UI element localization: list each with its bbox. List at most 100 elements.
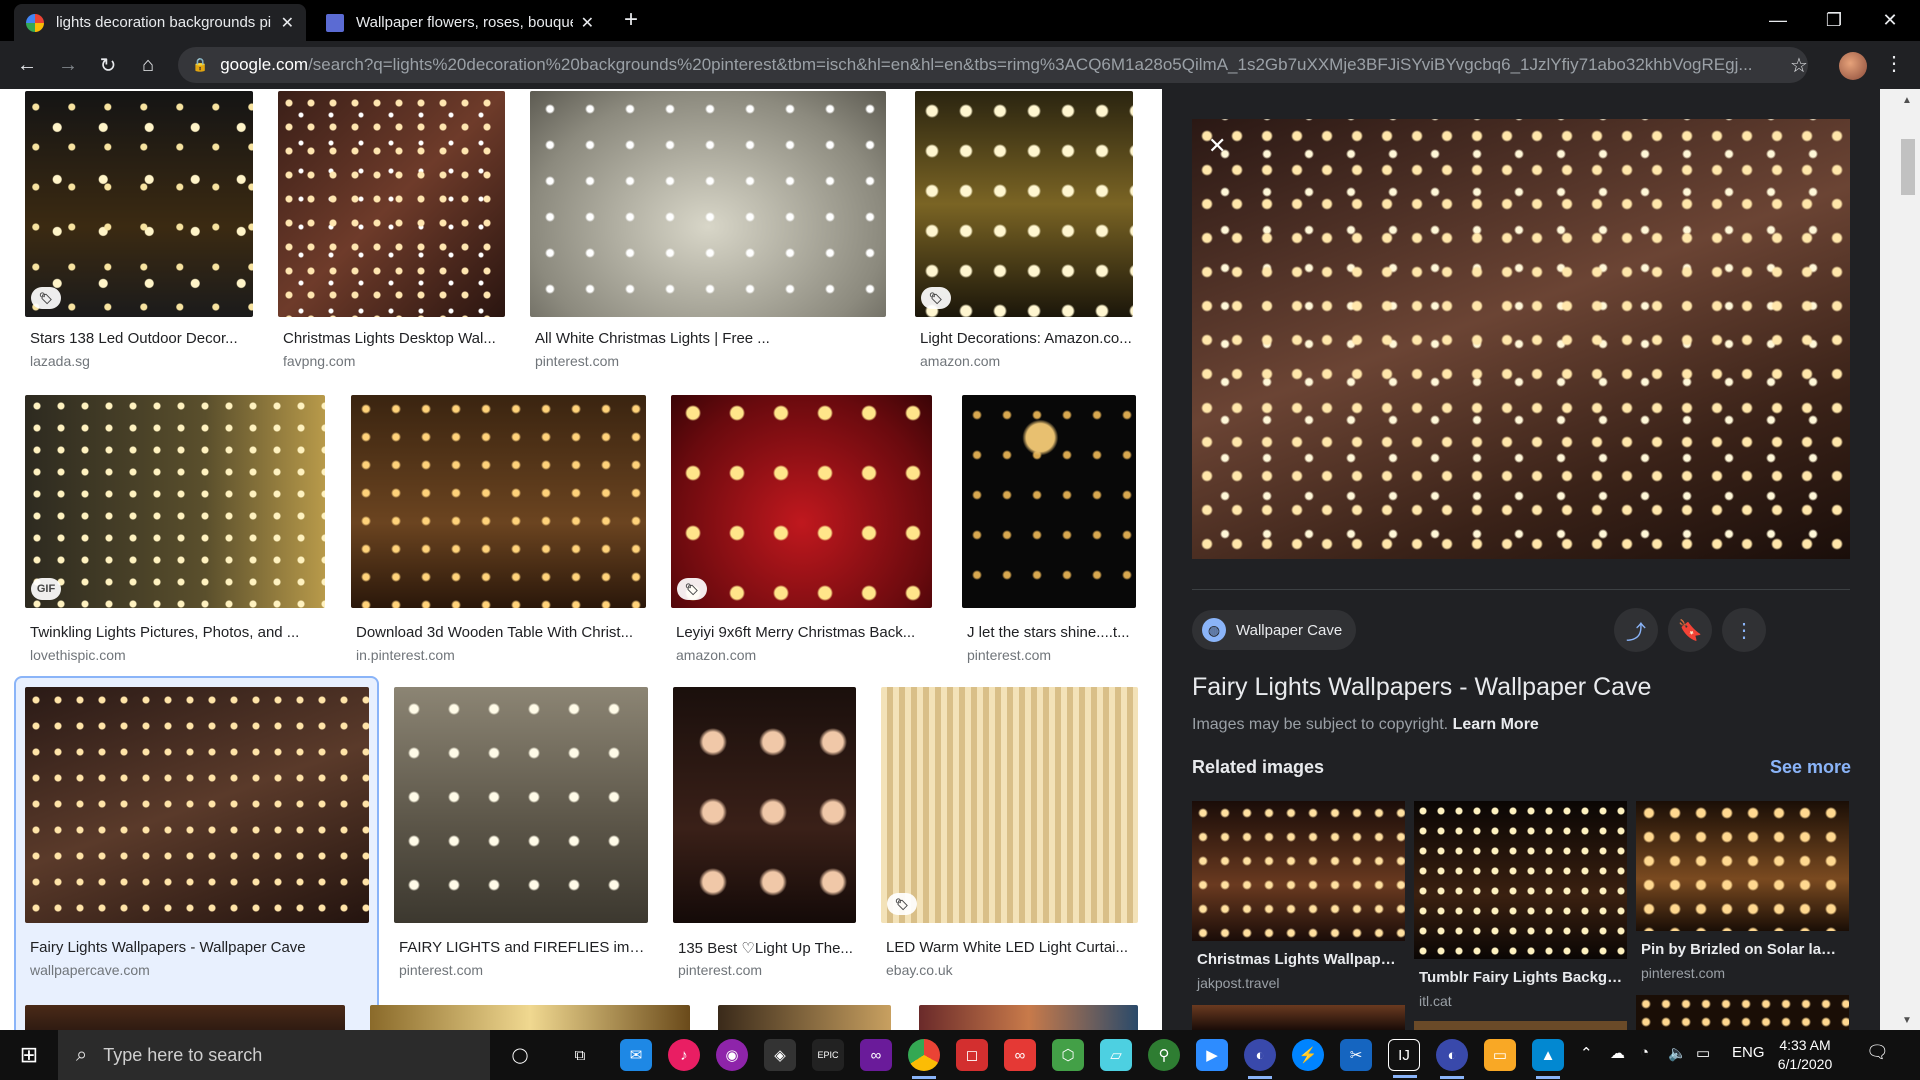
result-card[interactable] [370,1005,690,1030]
globe-icon: ◍ [1202,618,1226,642]
preview-title[interactable]: Fairy Lights Wallpapers - Wallpaper Cave [1192,673,1651,702]
arduino-icon[interactable]: ∞ [1004,1039,1036,1071]
battery-icon[interactable]: ▭ [1696,1044,1710,1062]
back-icon[interactable]: ← [11,49,43,81]
photos-icon[interactable]: ▲ [1532,1039,1564,1079]
learn-more-link[interactable]: Learn More [1453,716,1539,733]
source-site-name: Wallpaper Cave [1236,621,1343,639]
scrollbar-thumb[interactable] [1901,139,1915,195]
related-image-card[interactable]: Christmas Lights Wallpaper... jakpost.tr… [1192,801,1405,1011]
result-card[interactable]: J let the stars shine....t... pinterest.… [962,395,1136,663]
tag-icon: 🏷 [921,287,951,309]
visual-studio-icon[interactable]: ∞ [860,1039,892,1071]
forward-icon[interactable]: → [52,49,84,81]
result-card[interactable]: FAIRY LIGHTS and FIREFLIES ima... pinter… [394,687,648,987]
result-card[interactable]: GIF Twinkling Lights Pictures, Photos, a… [25,395,325,663]
related-image-card[interactable] [1192,1005,1405,1030]
source-site-chip[interactable]: ◍ Wallpaper Cave [1192,610,1357,650]
zoom-icon[interactable]: ▶ [1196,1039,1228,1071]
related-images-heading: Related images [1192,757,1325,777]
epic-games-icon[interactable]: EPIC [812,1039,844,1071]
itunes-icon[interactable]: ♪ [668,1039,700,1071]
result-source: pinterest.com [967,647,1052,663]
related-image-card[interactable]: Pin by Brizled on Solar lamp... pinteres… [1636,801,1849,1001]
tag-icon: 🏷 [887,893,917,915]
result-card[interactable] [919,1005,1138,1030]
result-card[interactable]: 🏷 LED Warm White LED Light Curtai... eba… [881,687,1138,987]
related-caption: Christmas Lights Wallpaper... [1197,951,1402,968]
search-icon: ⌕ [76,1043,88,1066]
result-card[interactable]: 🏷 Light Decorations: Amazon.co... amazon… [915,91,1133,369]
avatar[interactable] [1839,52,1867,80]
unity-icon[interactable]: ◈ [764,1039,796,1071]
related-image-card[interactable] [1636,995,1849,1030]
file-explorer-icon[interactable]: ▭ [1484,1039,1516,1071]
podcast-icon[interactable]: ◉ [716,1039,748,1071]
new-tab-icon[interactable]: + [624,8,638,32]
task-view-icon[interactable]: ⧉ [564,1039,596,1071]
volume-icon[interactable]: 🔈 [1668,1044,1687,1062]
close-window-icon[interactable]: ✕ [1862,0,1918,41]
snipping-icon[interactable]: ✂ [1340,1039,1372,1071]
close-icon[interactable]: ✕ [1208,133,1226,159]
result-image [278,91,505,317]
scroll-up-icon[interactable]: ▲ [1902,95,1912,106]
url-text: google.com/search?q=lights%20decoration%… [220,55,1753,74]
page-scrollbar[interactable]: ▲ ▼ [1880,89,1920,1030]
cortana-icon[interactable]: ◯ [504,1039,536,1071]
close-icon[interactable]: ✕ [581,13,594,33]
result-card[interactable] [718,1005,891,1030]
address-bar[interactable]: 🔒 google.com/search?q=lights%20decoratio… [178,47,1808,83]
result-card[interactable] [25,1005,345,1030]
tab-google-images[interactable]: lights decoration backgrounds pi ✕ [14,4,306,41]
reload-icon[interactable]: ↻ [92,49,124,81]
chrome-icon[interactable] [908,1039,940,1079]
result-card[interactable]: Download 3d Wooden Table With Christ... … [351,395,646,663]
files-icon[interactable]: ▱ [1100,1039,1132,1071]
eclipse-icon[interactable]: ◐ [1436,1039,1468,1079]
bookmark-star-icon[interactable]: ☆ [1790,53,1808,78]
wifi-icon[interactable]: ◔ [1640,1044,1649,1061]
see-more-link[interactable]: See more [1770,757,1851,778]
result-card[interactable]: All White Christmas Lights | Free ... pi… [530,91,886,369]
notifications-icon[interactable]: 🗨 [1866,1042,1889,1063]
close-icon[interactable]: ✕ [281,13,294,33]
scroll-down-icon[interactable]: ▼ [1902,1015,1912,1026]
intellij-icon[interactable]: IJ [1388,1039,1420,1078]
mail-icon[interactable]: ✉ [620,1039,652,1071]
home-icon[interactable]: ⌂ [132,49,164,81]
related-image-card[interactable] [1414,1021,1627,1030]
result-card[interactable]: 135 Best ♡Light Up The... pinterest.com [673,687,856,987]
browser-menu-icon[interactable]: ⋮ [1884,51,1904,76]
related-source: jakpost.travel [1197,975,1280,991]
eclipse-icon[interactable]: ◐ [1244,1039,1276,1079]
more-options-icon[interactable]: ⋮ [1722,608,1766,652]
messenger-icon[interactable]: ⚡ [1292,1039,1324,1071]
result-card[interactable]: Christmas Lights Desktop Wal... favpng.c… [278,91,505,369]
tab-wallpaper[interactable]: Wallpaper flowers, roses, bouque ✕ [314,4,606,41]
result-card[interactable]: 🏷 Stars 138 Led Outdoor Decor... lazada.… [25,91,253,369]
restore-icon[interactable]: ❐ [1806,0,1862,41]
maps-icon[interactable]: ⚲ [1148,1039,1180,1071]
taskbar-search[interactable]: ⌕ Type here to search [58,1030,490,1080]
result-image [673,687,856,923]
result-caption: Twinkling Lights Pictures, Photos, and .… [30,624,300,641]
preview-image[interactable] [1192,119,1850,559]
clock[interactable]: 4:33 AM 6/1/2020 [1760,1036,1850,1074]
result-source: pinterest.com [535,353,620,369]
share-icon[interactable]: ⤴ [1614,608,1658,652]
gif-badge: GIF [31,578,61,600]
windows-start-icon[interactable]: ⊞ [0,1030,58,1080]
cube-icon[interactable]: ⬡ [1052,1039,1084,1071]
result-card-selected[interactable]: Fairy Lights Wallpapers - Wallpaper Cave… [25,687,369,1030]
result-image [915,91,1133,317]
bookmark-icon[interactable]: 🔖 [1668,608,1712,652]
related-image-card[interactable]: Tumblr Fairy Lights Backgr... itl.cat [1414,801,1627,1029]
instagram-icon[interactable]: ◻ [956,1039,988,1071]
related-image [1636,801,1849,931]
onedrive-icon[interactable]: ☁ [1610,1044,1625,1062]
tag-icon: 🏷 [31,287,61,309]
show-hidden-icons-icon[interactable]: ⌃ [1580,1044,1593,1062]
minimize-icon[interactable]: — [1750,0,1806,41]
result-card[interactable]: 🏷 Leyiyi 9x6ft Merry Christmas Back... a… [671,395,932,663]
